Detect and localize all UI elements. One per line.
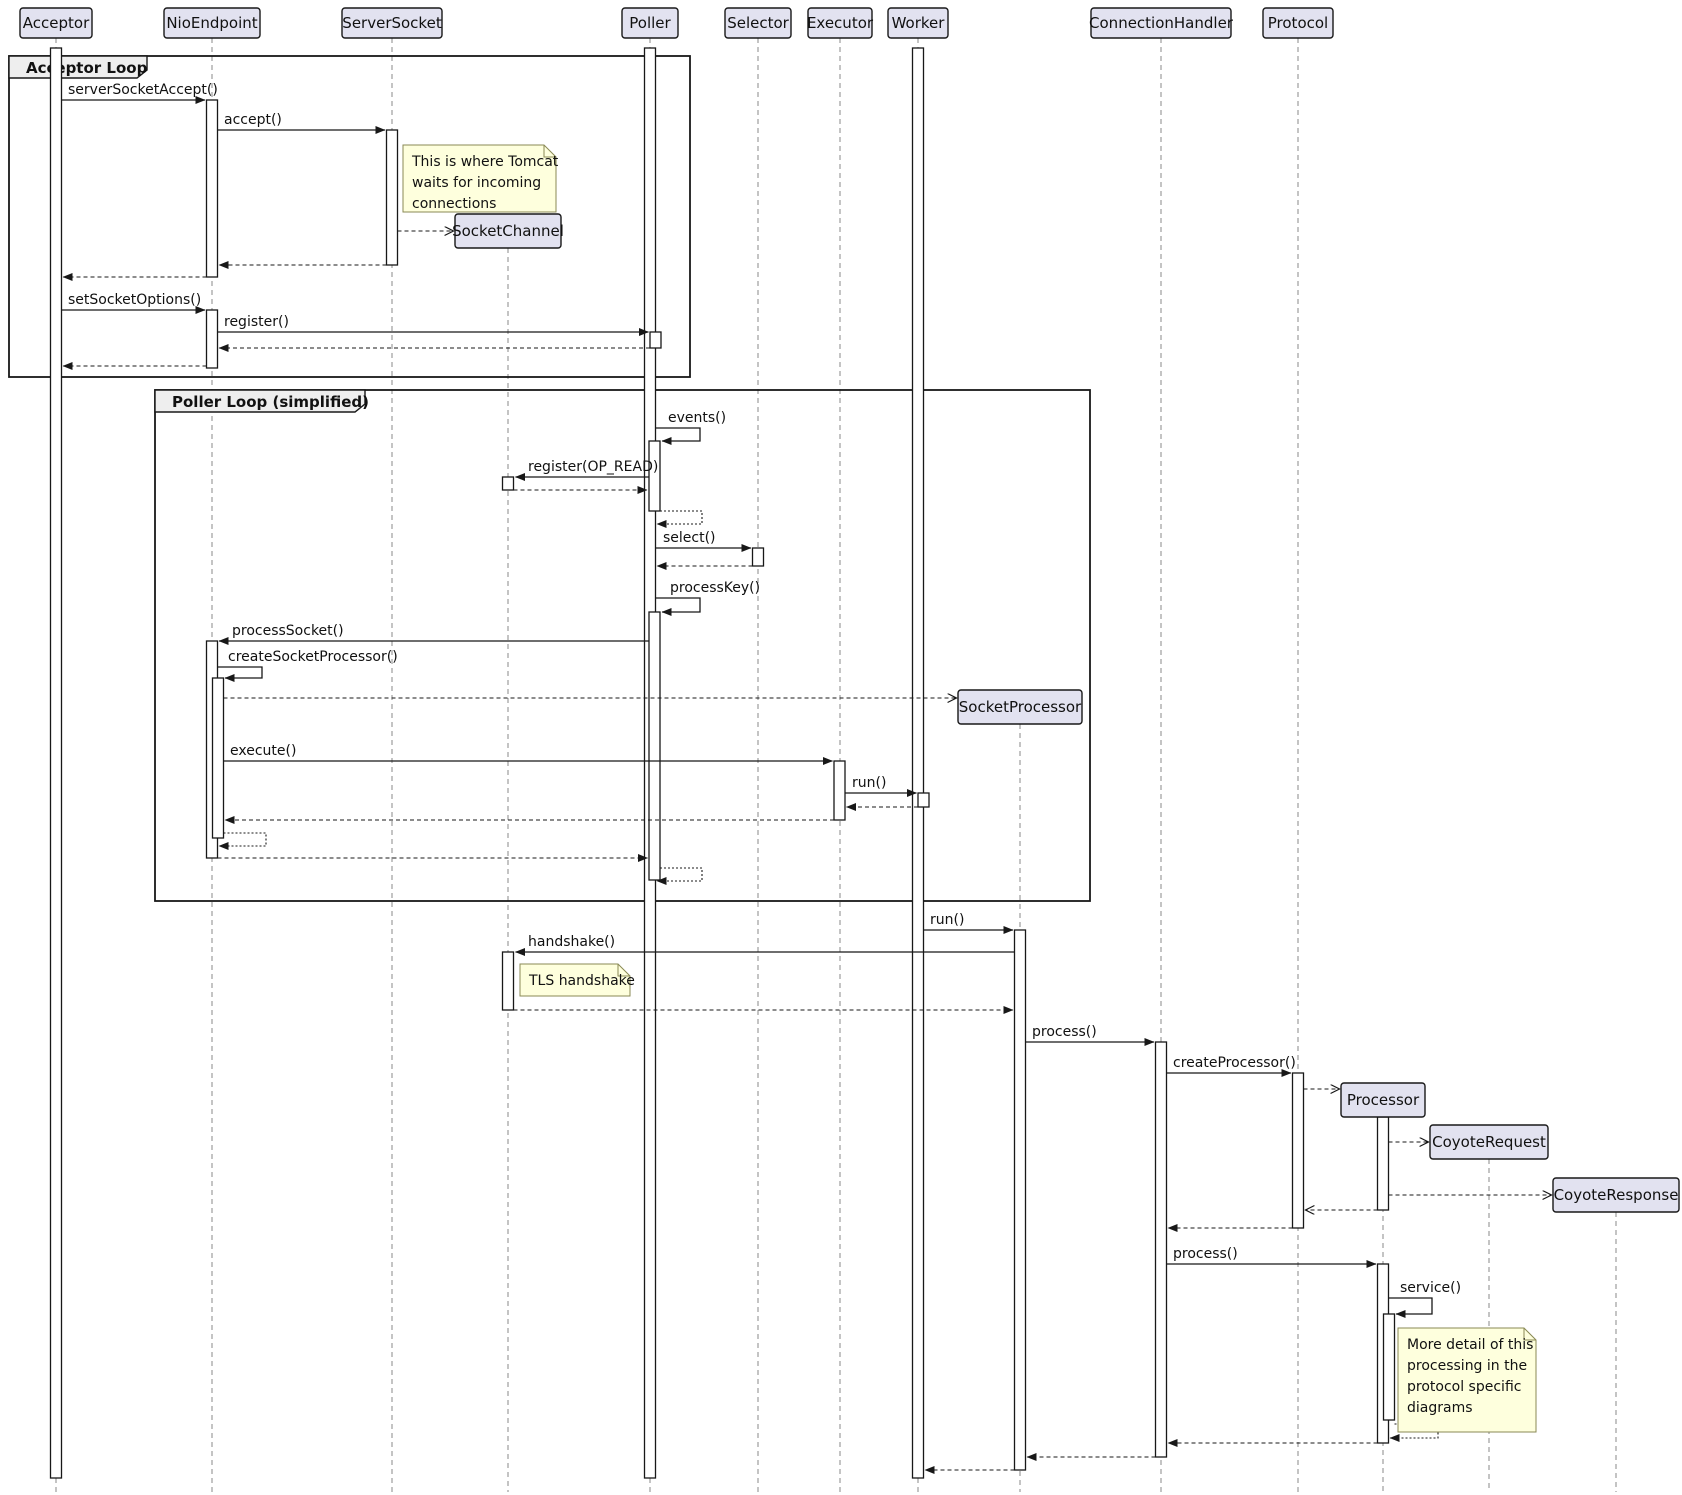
participant-poller-label: Poller bbox=[629, 14, 671, 32]
note-more-detail-line2: processing in the bbox=[1407, 1358, 1527, 1374]
notes: This is where Tomcat waits for incoming … bbox=[403, 145, 1536, 1432]
participant-connectionhandler-label: ConnectionHandler bbox=[1089, 14, 1234, 32]
frame-acceptor-loop-label: Acceptor Loop bbox=[26, 59, 148, 77]
message-createprocessor-label: createProcessor() bbox=[1173, 1055, 1296, 1071]
participant-processor-label: Processor bbox=[1347, 1091, 1420, 1109]
frame-acceptor-loop bbox=[9, 56, 690, 377]
participant-selector-label: Selector bbox=[727, 14, 789, 32]
message-accept-label: accept() bbox=[224, 112, 282, 128]
message-process-2-label: process() bbox=[1173, 1246, 1238, 1262]
message-service-label: service() bbox=[1400, 1280, 1461, 1296]
note-more-detail-line3: protocol specific bbox=[1407, 1379, 1521, 1395]
note-more-detail-line4: diagrams bbox=[1407, 1400, 1473, 1416]
activation-protocol-createprocessor bbox=[1293, 1073, 1304, 1228]
note-tomcat-waits-line2: waits for incoming bbox=[412, 175, 541, 191]
message-events-self bbox=[656, 428, 701, 441]
self-return-nioendpoint bbox=[219, 833, 266, 846]
participants: Acceptor NioEndpoint ServerSocket Poller… bbox=[20, 8, 1679, 1212]
participant-acceptor-label: Acceptor bbox=[23, 14, 90, 32]
sequence-diagram: Acceptor Loop Poller Loop (simplified) s… bbox=[0, 0, 1682, 1495]
message-processsocket-label: processSocket() bbox=[232, 623, 344, 639]
message-service-self bbox=[1389, 1298, 1433, 1314]
note-more-detail-line1: More detail of this bbox=[1407, 1337, 1533, 1353]
activation-nioendpoint-accept bbox=[207, 100, 218, 277]
activation-processor-construction bbox=[1378, 1117, 1389, 1210]
participant-protocol-label: Protocol bbox=[1268, 14, 1328, 32]
message-select-label: select() bbox=[663, 530, 716, 546]
activation-connectionhandler-process bbox=[1156, 1042, 1167, 1457]
self-return-poller-processkey bbox=[657, 868, 702, 881]
message-serversocketaccept-label: serverSocketAccept() bbox=[68, 82, 218, 98]
message-run-worker-socketprocessor-label: run() bbox=[930, 912, 964, 928]
note-tls-handshake-line1: TLS handshake bbox=[528, 973, 635, 989]
message-run-executor-worker-label: run() bbox=[852, 775, 886, 791]
message-createsocketprocessor-self bbox=[218, 667, 263, 678]
message-register-opread-label: register(OP_READ) bbox=[528, 459, 658, 475]
participant-coyoteresponse-label: CoyoteResponse bbox=[1554, 1186, 1679, 1204]
message-processkey-self bbox=[656, 598, 701, 612]
activation-socketprocessor-run bbox=[1015, 930, 1026, 1470]
message-events-label: events() bbox=[668, 410, 726, 426]
participant-worker-label: Worker bbox=[892, 14, 946, 32]
sequence-diagram-canvas: Acceptor Loop Poller Loop (simplified) s… bbox=[0, 0, 1682, 1495]
activation-nioendpoint-createsocketprocessor bbox=[213, 678, 224, 838]
messages: serverSocketAccept() accept() setSocketO… bbox=[62, 82, 1552, 1470]
message-register-label: register() bbox=[224, 314, 289, 330]
activation-poller-register bbox=[650, 332, 661, 348]
activation-worker-thread bbox=[913, 48, 924, 1478]
participant-socketchannel-label: SocketChannel bbox=[452, 222, 564, 240]
activation-processor-service bbox=[1384, 1314, 1395, 1420]
activation-nioendpoint-setsocketoptions bbox=[207, 310, 218, 368]
note-tomcat-waits-line1: This is where Tomcat bbox=[411, 154, 559, 170]
note-tomcat-waits-line3: connections bbox=[412, 196, 496, 212]
activation-acceptor-thread bbox=[51, 48, 62, 1478]
message-processkey-label: processKey() bbox=[670, 580, 760, 596]
activation-executor-execute bbox=[834, 761, 845, 820]
activation-poller-events bbox=[649, 441, 660, 511]
message-process-1-label: process() bbox=[1032, 1024, 1097, 1040]
frame-poller-loop-label: Poller Loop (simplified) bbox=[172, 393, 369, 411]
message-createsocketprocessor-label: createSocketProcessor() bbox=[228, 649, 398, 665]
participant-coyoterequest-label: CoyoteRequest bbox=[1432, 1133, 1546, 1151]
participant-socketprocessor-label: SocketProcessor bbox=[959, 698, 1082, 716]
message-execute-label: execute() bbox=[230, 743, 296, 759]
participant-nioendpoint-label: NioEndpoint bbox=[166, 14, 257, 32]
message-setsocketoptions-label: setSocketOptions() bbox=[68, 292, 201, 308]
activation-selector-select bbox=[753, 548, 764, 566]
activation-socketchannel-handshake bbox=[503, 952, 514, 1010]
participant-serversocket-label: ServerSocket bbox=[342, 14, 442, 32]
activation-worker-run-nested bbox=[918, 793, 929, 807]
participant-executor-label: Executor bbox=[807, 14, 874, 32]
activation-poller-processkey bbox=[649, 612, 660, 880]
activation-serversocket-accept bbox=[387, 130, 398, 265]
message-handshake-label: handshake() bbox=[528, 934, 615, 950]
activation-socketchannel-register bbox=[503, 477, 514, 490]
self-return-poller-events bbox=[657, 511, 702, 524]
